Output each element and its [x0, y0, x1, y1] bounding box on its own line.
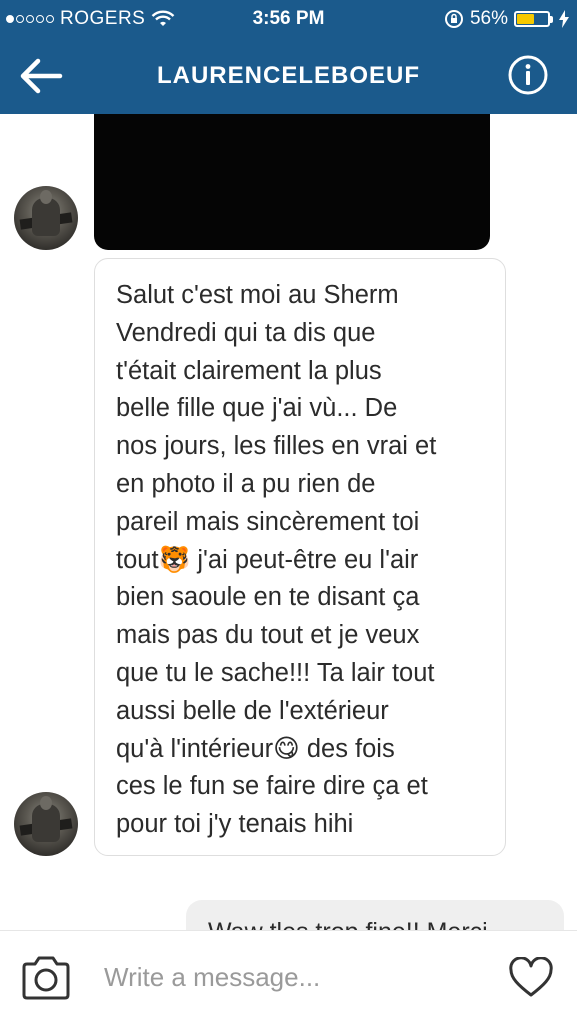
message-input[interactable] [104, 957, 484, 997]
photo-message[interactable] [94, 114, 490, 250]
like-button[interactable] [508, 956, 554, 999]
header: ROGERS 3:56 PM 56% LAURENCELEBOEUF [0, 0, 577, 114]
status-right: 56% [444, 8, 569, 30]
message-thread[interactable]: Salut c'est moi au Sherm Vendredi qui ta… [0, 114, 577, 930]
battery-percent: 56% [469, 8, 508, 29]
info-button[interactable] [507, 54, 549, 96]
camera-button[interactable] [20, 955, 72, 1001]
battery-fill [517, 14, 534, 24]
rotation-lock-icon [444, 10, 463, 28]
camera-icon [22, 956, 70, 1000]
nav-bar: LAURENCELEBOEUF [0, 38, 577, 114]
outgoing-message-bubble[interactable]: Waw tles trop fine!! Merci [186, 900, 564, 930]
message-text: Waw tles trop fine!! Merci [208, 918, 488, 930]
message-composer [0, 930, 577, 1024]
contact-avatar[interactable] [14, 186, 78, 250]
charging-bolt-icon [559, 10, 569, 28]
heart-icon [509, 956, 553, 997]
battery-icon [514, 11, 550, 27]
status-bar: ROGERS 3:56 PM 56% [0, 0, 577, 38]
incoming-message-bubble[interactable]: Salut c'est moi au Sherm Vendredi qui ta… [94, 258, 506, 856]
message-text: Salut c'est moi au Sherm Vendredi qui ta… [116, 281, 437, 839]
conversation-title[interactable]: LAURENCELEBOEUF [0, 62, 577, 90]
contact-avatar[interactable] [14, 792, 78, 856]
info-icon [508, 55, 548, 95]
